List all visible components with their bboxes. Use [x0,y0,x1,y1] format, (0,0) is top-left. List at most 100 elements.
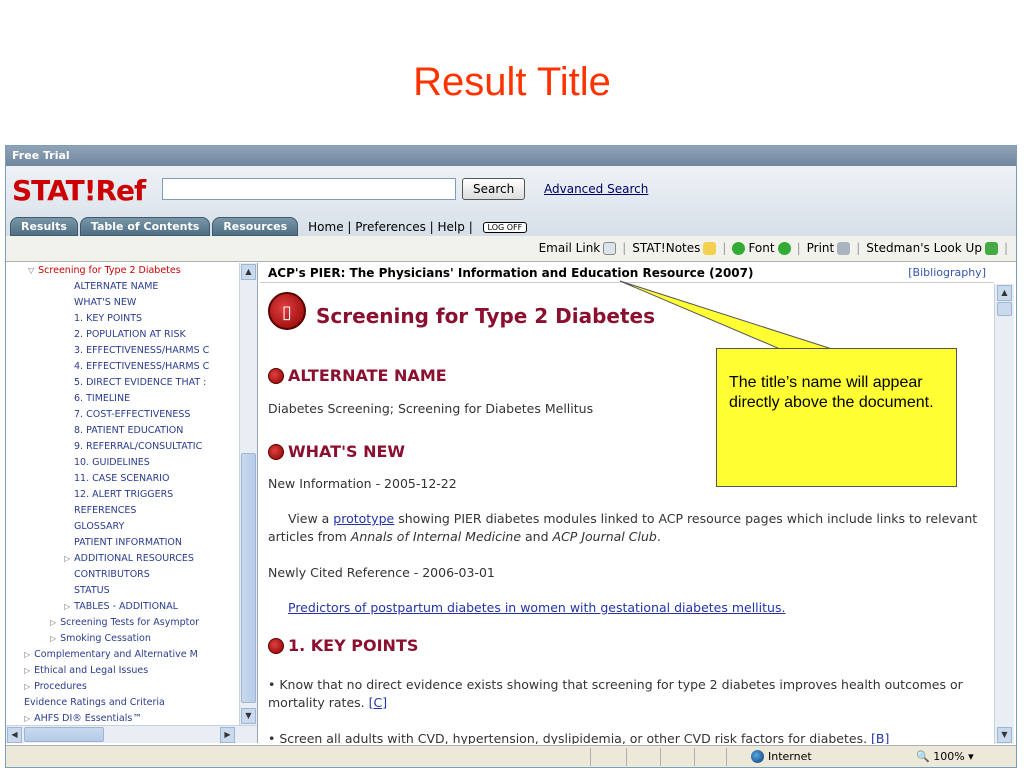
toc-item[interactable]: STATUS [6,583,238,599]
toc-item[interactable]: ▷ Procedures [6,679,238,695]
tab-resources[interactable]: Resources [212,217,299,236]
font-controls[interactable]: Font [732,241,791,255]
toc-item-label: ADDITIONAL RESOURCES [74,553,194,564]
section-heading: 1. KEY POINTS [288,636,419,655]
stedman-lookup-button[interactable]: Stedman's Look Up [866,241,998,255]
toc-item[interactable]: WHAT'S NEW [6,295,238,311]
section-bullet-icon [268,367,284,384]
toc-item[interactable]: 11. CASE SCENARIO [6,471,238,487]
collapsed-arrow-icon[interactable]: ▷ [24,650,30,659]
status-divider [590,748,591,766]
envelope-icon [603,241,617,255]
collapsed-arrow-icon[interactable]: ▷ [50,634,56,643]
journal-name: ACP Journal Club [552,529,657,544]
zoom-control[interactable]: 🔍 100% ▾ [916,750,974,763]
toc-sidebar: ▽ Screening for Type 2 Diabetes ALTERNATE … [6,263,258,743]
email-link-label: Email Link [538,241,601,255]
section-whats-new: WHAT'S NEW [268,442,405,461]
toc-item[interactable]: Evidence Ratings and Criteria [6,695,238,711]
status-divider [694,748,695,766]
content-vertical-scrollbar[interactable]: ▲ ▼ [994,284,1014,744]
scroll-left-arrow-icon[interactable]: ◀ [7,727,22,743]
minus-icon[interactable] [732,241,746,255]
toc-item[interactable]: ▷ AHFS DI® Essentials™ [6,711,238,725]
content-scroll-thumb[interactable] [997,302,1012,316]
toc-item[interactable]: 2. POPULATION AT RISK [6,327,238,343]
search-input[interactable] [162,178,456,200]
toc-item[interactable]: 6. TIMELINE [6,391,238,407]
toc-item-label: 12. ALERT TRIGGERS [74,489,174,500]
help-link[interactable]: Help [438,220,465,234]
document-title-row: ▯ Screening for Type 2 Diabetes [268,292,655,330]
font-label: Font [748,241,775,255]
preferences-link[interactable]: Preferences [355,220,426,234]
tab-results[interactable]: Results [10,217,78,236]
toc-item[interactable]: 8. PATIENT EDUCATION [6,423,238,439]
email-link-button[interactable]: Email Link [539,241,617,255]
toc-item-label: 5. DIRECT EVIDENCE THAT : [74,377,207,388]
toc-item[interactable]: CONTRIBUTORS [6,567,238,583]
toc-item[interactable]: 1. KEY POINTS [6,311,238,327]
sidebar-scroll-thumb[interactable] [241,453,256,703]
scroll-right-arrow-icon[interactable]: ▶ [220,727,235,743]
toc-item[interactable]: ALTERNATE NAME [6,279,238,295]
toc-item[interactable]: 3. EFFECTIVENESS/HARMS C [6,343,238,359]
collapsed-arrow-icon[interactable]: ▷ [24,666,30,675]
collapsed-arrow-icon[interactable]: ▷ [50,618,56,627]
print-button[interactable]: Print [807,241,851,255]
toc-item[interactable]: 9. REFERRAL/CONSULTATIC [6,439,238,455]
toc-item[interactable]: ▷ Screening Tests for Asymptor [6,615,238,631]
prototype-link[interactable]: prototype [333,511,394,526]
toc-item[interactable]: ▷ TABLES - ADDITIONAL [6,599,238,615]
bibliography-link[interactable]: [Bibliography] [908,266,986,279]
expanded-arrow-icon[interactable]: ▽ [28,266,34,275]
evidence-rating-link[interactable]: [C] [369,695,387,710]
toc-item[interactable]: PATIENT INFORMATION [6,535,238,551]
toc-item-label: GLOSSARY [74,521,125,532]
toc-item[interactable]: REFERENCES [6,503,238,519]
section-key-points: 1. KEY POINTS [268,636,418,655]
plus-icon[interactable] [777,241,791,255]
scroll-down-arrow-icon[interactable]: ▼ [241,708,256,724]
toc-item[interactable]: ▷ ADDITIONAL RESOURCES [6,551,238,567]
collapsed-arrow-icon[interactable]: ▷ [64,554,70,563]
tab-table-of-contents[interactable]: Table of Contents [79,217,211,236]
advanced-search-link[interactable]: Advanced Search [544,182,648,196]
logoff-button[interactable]: LOG OFF [482,222,528,233]
statref-logo[interactable]: STAT!Ref [12,174,146,207]
collapsed-arrow-icon[interactable]: ▷ [24,714,30,723]
home-link[interactable]: Home [308,220,343,234]
slide-title: Result Title [413,60,611,104]
search-button[interactable]: Search [462,178,526,200]
evidence-rating-link[interactable]: [B] [871,731,889,744]
collapsed-arrow-icon[interactable]: ▷ [64,602,70,611]
toc-item[interactable]: GLOSSARY [6,519,238,535]
toc-item-label: Procedures [34,681,87,692]
toc-item-label: PATIENT INFORMATION [74,537,183,548]
predictors-link[interactable]: Predictors of postpartum diabetes in wom… [288,600,785,615]
sidebar-hscroll-thumb[interactable] [24,727,104,742]
scroll-up-arrow-icon[interactable]: ▲ [241,264,256,280]
toc-item[interactable]: ▽ Screening for Type 2 Diabetes [6,263,238,279]
toc-item[interactable]: 10. GUIDELINES [6,455,238,471]
globe-icon [751,750,764,763]
book-icon [984,241,998,255]
scroll-up-arrow-icon[interactable]: ▲ [997,285,1012,301]
statnotes-button[interactable]: STAT!Notes [632,241,717,255]
toc-item[interactable]: ▷ Complementary and Alternative M [6,647,238,663]
topbar: Free Trial [6,146,1016,166]
scroll-down-arrow-icon[interactable]: ▼ [997,727,1012,743]
toc-item-label: AHFS DI® Essentials™ [34,713,142,724]
app-header: STAT!Ref Search Advanced Search Results … [6,166,1016,236]
tab-bar: Results Table of Contents Resources Home… [10,217,528,236]
toc-item[interactable]: ▷ Smoking Cessation [6,631,238,647]
toc-item[interactable]: 4. EFFECTIVENESS/HARMS C [6,359,238,375]
toc-item[interactable]: 5. DIRECT EVIDENCE THAT : [6,375,238,391]
sidebar-vertical-scrollbar[interactable]: ▲ ▼ [239,263,257,725]
toc-item[interactable]: 12. ALERT TRIGGERS [6,487,238,503]
collapsed-arrow-icon[interactable]: ▷ [24,682,30,691]
predictors-paragraph: Predictors of postpartum diabetes in wom… [268,599,988,617]
toc-item[interactable]: ▷ Ethical and Legal Issues [6,663,238,679]
toc-item[interactable]: 7. COST-EFFECTIVENESS [6,407,238,423]
sidebar-horizontal-scrollbar[interactable]: ◀ ▶ [6,725,257,743]
